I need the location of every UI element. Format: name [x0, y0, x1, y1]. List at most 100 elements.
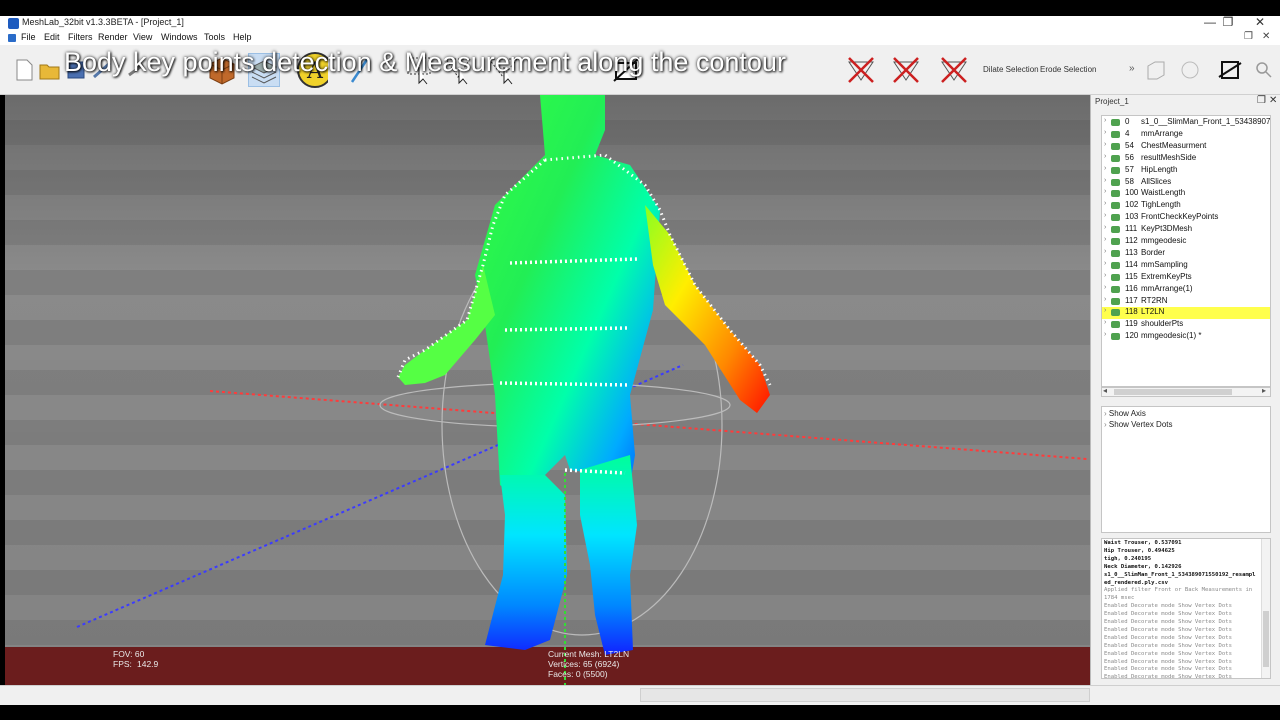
menu-edit[interactable]: Edit: [44, 32, 60, 42]
visibility-eye-icon[interactable]: [1111, 285, 1120, 293]
layer-list-hscrollbar[interactable]: ◂ ▸: [1101, 386, 1271, 397]
expand-arrow-icon[interactable]: ›: [1104, 224, 1106, 231]
log-scroll-thumb[interactable]: [1263, 611, 1269, 667]
visibility-eye-icon[interactable]: [1111, 309, 1120, 317]
expand-arrow-icon[interactable]: ›: [1104, 260, 1106, 267]
layer-row[interactable]: › 4 mmArrange: [1102, 129, 1270, 141]
layer-row[interactable]: › 113 Border: [1102, 248, 1270, 260]
expand-arrow-icon[interactable]: ›: [1104, 248, 1106, 255]
menu-help[interactable]: Help: [233, 32, 252, 42]
doc-restore-button[interactable]: ❐: [1244, 31, 1253, 42]
visibility-eye-icon[interactable]: [1111, 190, 1120, 198]
layer-row[interactable]: › 111 KeyPt3DMesh: [1102, 224, 1270, 236]
erode-selection-button[interactable]: Erode Selection: [1040, 65, 1096, 74]
layer-row[interactable]: › 0 s1_0__SlimMan_Front_1_53438907155: [1102, 117, 1270, 129]
maximize-button[interactable]: ❐: [1218, 15, 1238, 29]
menu-file[interactable]: File: [21, 32, 36, 42]
visibility-eye-icon[interactable]: [1111, 321, 1120, 329]
expand-arrow-icon[interactable]: ›: [1104, 129, 1106, 136]
layer-row[interactable]: › 118 LT2LN: [1102, 307, 1270, 320]
mesh-scene[interactable]: [5, 95, 1090, 685]
layer-row[interactable]: › 115 ExtremKeyPts: [1102, 272, 1270, 284]
visibility-eye-icon[interactable]: [1111, 154, 1120, 162]
expand-arrow-icon[interactable]: ›: [1104, 188, 1106, 195]
expand-arrow-icon[interactable]: ›: [1104, 177, 1106, 184]
menu-windows[interactable]: Windows: [161, 32, 198, 42]
visibility-eye-icon[interactable]: [1111, 261, 1120, 269]
layer-id: 115: [1125, 271, 1138, 281]
expand-arrow-icon[interactable]: ›: [1104, 307, 1106, 314]
close-panel-button[interactable]: ✕: [1269, 95, 1277, 106]
clear-face-selection-icon[interactable]: [890, 53, 922, 87]
show-vertex-dots-option[interactable]: › Show Vertex Dots: [1104, 420, 1173, 429]
visibility-eye-icon[interactable]: [1111, 178, 1120, 186]
log-line: Enabled Decorate mode Show Vertex Dots: [1104, 626, 1232, 633]
expand-arrow-icon[interactable]: ›: [1104, 284, 1106, 291]
expand-arrow-icon[interactable]: ›: [1104, 296, 1106, 303]
layer-row[interactable]: › 112 mmgeodesic: [1102, 236, 1270, 248]
scroll-left-icon[interactable]: ◂: [1103, 386, 1107, 395]
visibility-eye-icon[interactable]: [1111, 273, 1120, 281]
layer-row[interactable]: › 58 AllSlices: [1102, 177, 1270, 189]
visibility-eye-icon[interactable]: [1111, 297, 1120, 305]
clear-vertex-selection-icon[interactable]: [845, 53, 877, 87]
3d-viewport[interactable]: FOV: 60 FPS: 142.9 Current Mesh: LT2LN V…: [5, 95, 1090, 685]
expand-arrow-icon[interactable]: ›: [1104, 319, 1106, 326]
log-window[interactable]: Waist Trouser, 0.537091 Hip Trouser, 0.49…: [1101, 538, 1271, 679]
log-vscrollbar[interactable]: [1261, 539, 1270, 678]
layer-list-hscroll-thumb[interactable]: [1114, 389, 1232, 395]
dilate-selection-button[interactable]: Dilate Selection: [983, 65, 1039, 74]
close-button[interactable]: ✕: [1250, 15, 1270, 29]
layer-row[interactable]: › 116 mmArrange(1): [1102, 284, 1270, 296]
layer-row[interactable]: › 54 ChestMeasurment: [1102, 141, 1270, 153]
clear-all-selection-icon[interactable]: [938, 53, 970, 87]
search-icon[interactable]: [1248, 53, 1280, 87]
scroll-right-icon[interactable]: ▸: [1262, 386, 1266, 395]
visibility-eye-icon[interactable]: [1111, 142, 1120, 150]
menu-tools[interactable]: Tools: [204, 32, 225, 42]
expand-arrow-icon[interactable]: ›: [1104, 117, 1106, 124]
layer-row[interactable]: › 120 mmgeodesic(1) *: [1102, 331, 1270, 343]
menu-render[interactable]: Render: [98, 32, 128, 42]
float-panel-button[interactable]: ❐: [1257, 95, 1266, 106]
layer-row[interactable]: › 119 shoulderPts: [1102, 319, 1270, 331]
layer-row[interactable]: › 56 resultMeshSide: [1102, 153, 1270, 165]
cut-plane-icon[interactable]: [1214, 53, 1246, 87]
doc-close-button[interactable]: ✕: [1262, 31, 1270, 42]
layer-row[interactable]: › 103 FrontCheckKeyPoints: [1102, 212, 1270, 224]
expand-arrow-icon[interactable]: ›: [1104, 331, 1106, 338]
menu-view[interactable]: View: [133, 32, 152, 42]
expand-arrow-icon[interactable]: ›: [1104, 153, 1106, 160]
layer-list[interactable]: › 0 s1_0__SlimMan_Front_1_53438907155 › 4 mmA…: [1101, 115, 1271, 387]
layer-row[interactable]: › 114 mmSampling: [1102, 260, 1270, 272]
layer-name: ChestMeasurment: [1141, 140, 1207, 150]
show-axis-option[interactable]: › Show Axis: [1104, 409, 1146, 418]
expand-arrow-icon[interactable]: ›: [1104, 141, 1106, 148]
layer-row[interactable]: › 102 TighLength: [1102, 200, 1270, 212]
expand-arrow-icon[interactable]: ›: [1104, 200, 1106, 207]
visibility-eye-icon[interactable]: [1111, 119, 1120, 126]
layer-row[interactable]: › 117 RT2RN: [1102, 296, 1270, 308]
visibility-eye-icon[interactable]: [1111, 166, 1120, 174]
layer-row[interactable]: › 100 WaistLength: [1102, 188, 1270, 200]
expand-arrow-icon[interactable]: ›: [1104, 272, 1106, 279]
bounding-box-icon[interactable]: [1140, 53, 1172, 87]
visibility-eye-icon[interactable]: [1111, 249, 1120, 257]
visibility-eye-icon[interactable]: [1111, 238, 1120, 245]
layer-name: HipLength: [1141, 164, 1178, 174]
layer-id: 103: [1125, 212, 1139, 222]
visibility-eye-icon[interactable]: [1111, 130, 1120, 138]
expand-arrow-icon[interactable]: ›: [1104, 212, 1106, 219]
layer-row[interactable]: › 57 HipLength: [1102, 165, 1270, 177]
visibility-eye-icon[interactable]: [1111, 202, 1120, 210]
menu-filters[interactable]: Filters: [68, 32, 93, 42]
expand-arrow-icon[interactable]: ›: [1104, 236, 1106, 243]
visibility-eye-icon[interactable]: [1111, 214, 1120, 222]
toolbar-overflow-button[interactable]: »: [1129, 63, 1135, 74]
expand-arrow-icon[interactable]: ›: [1104, 165, 1106, 172]
visibility-eye-icon[interactable]: [1111, 226, 1120, 234]
log-line: Enabled Decorate mode Show Vertex Dots: [1104, 611, 1232, 618]
minimize-button[interactable]: —: [1200, 15, 1220, 29]
visibility-eye-icon[interactable]: [1111, 333, 1120, 341]
sphere-render-icon[interactable]: [1174, 53, 1206, 87]
